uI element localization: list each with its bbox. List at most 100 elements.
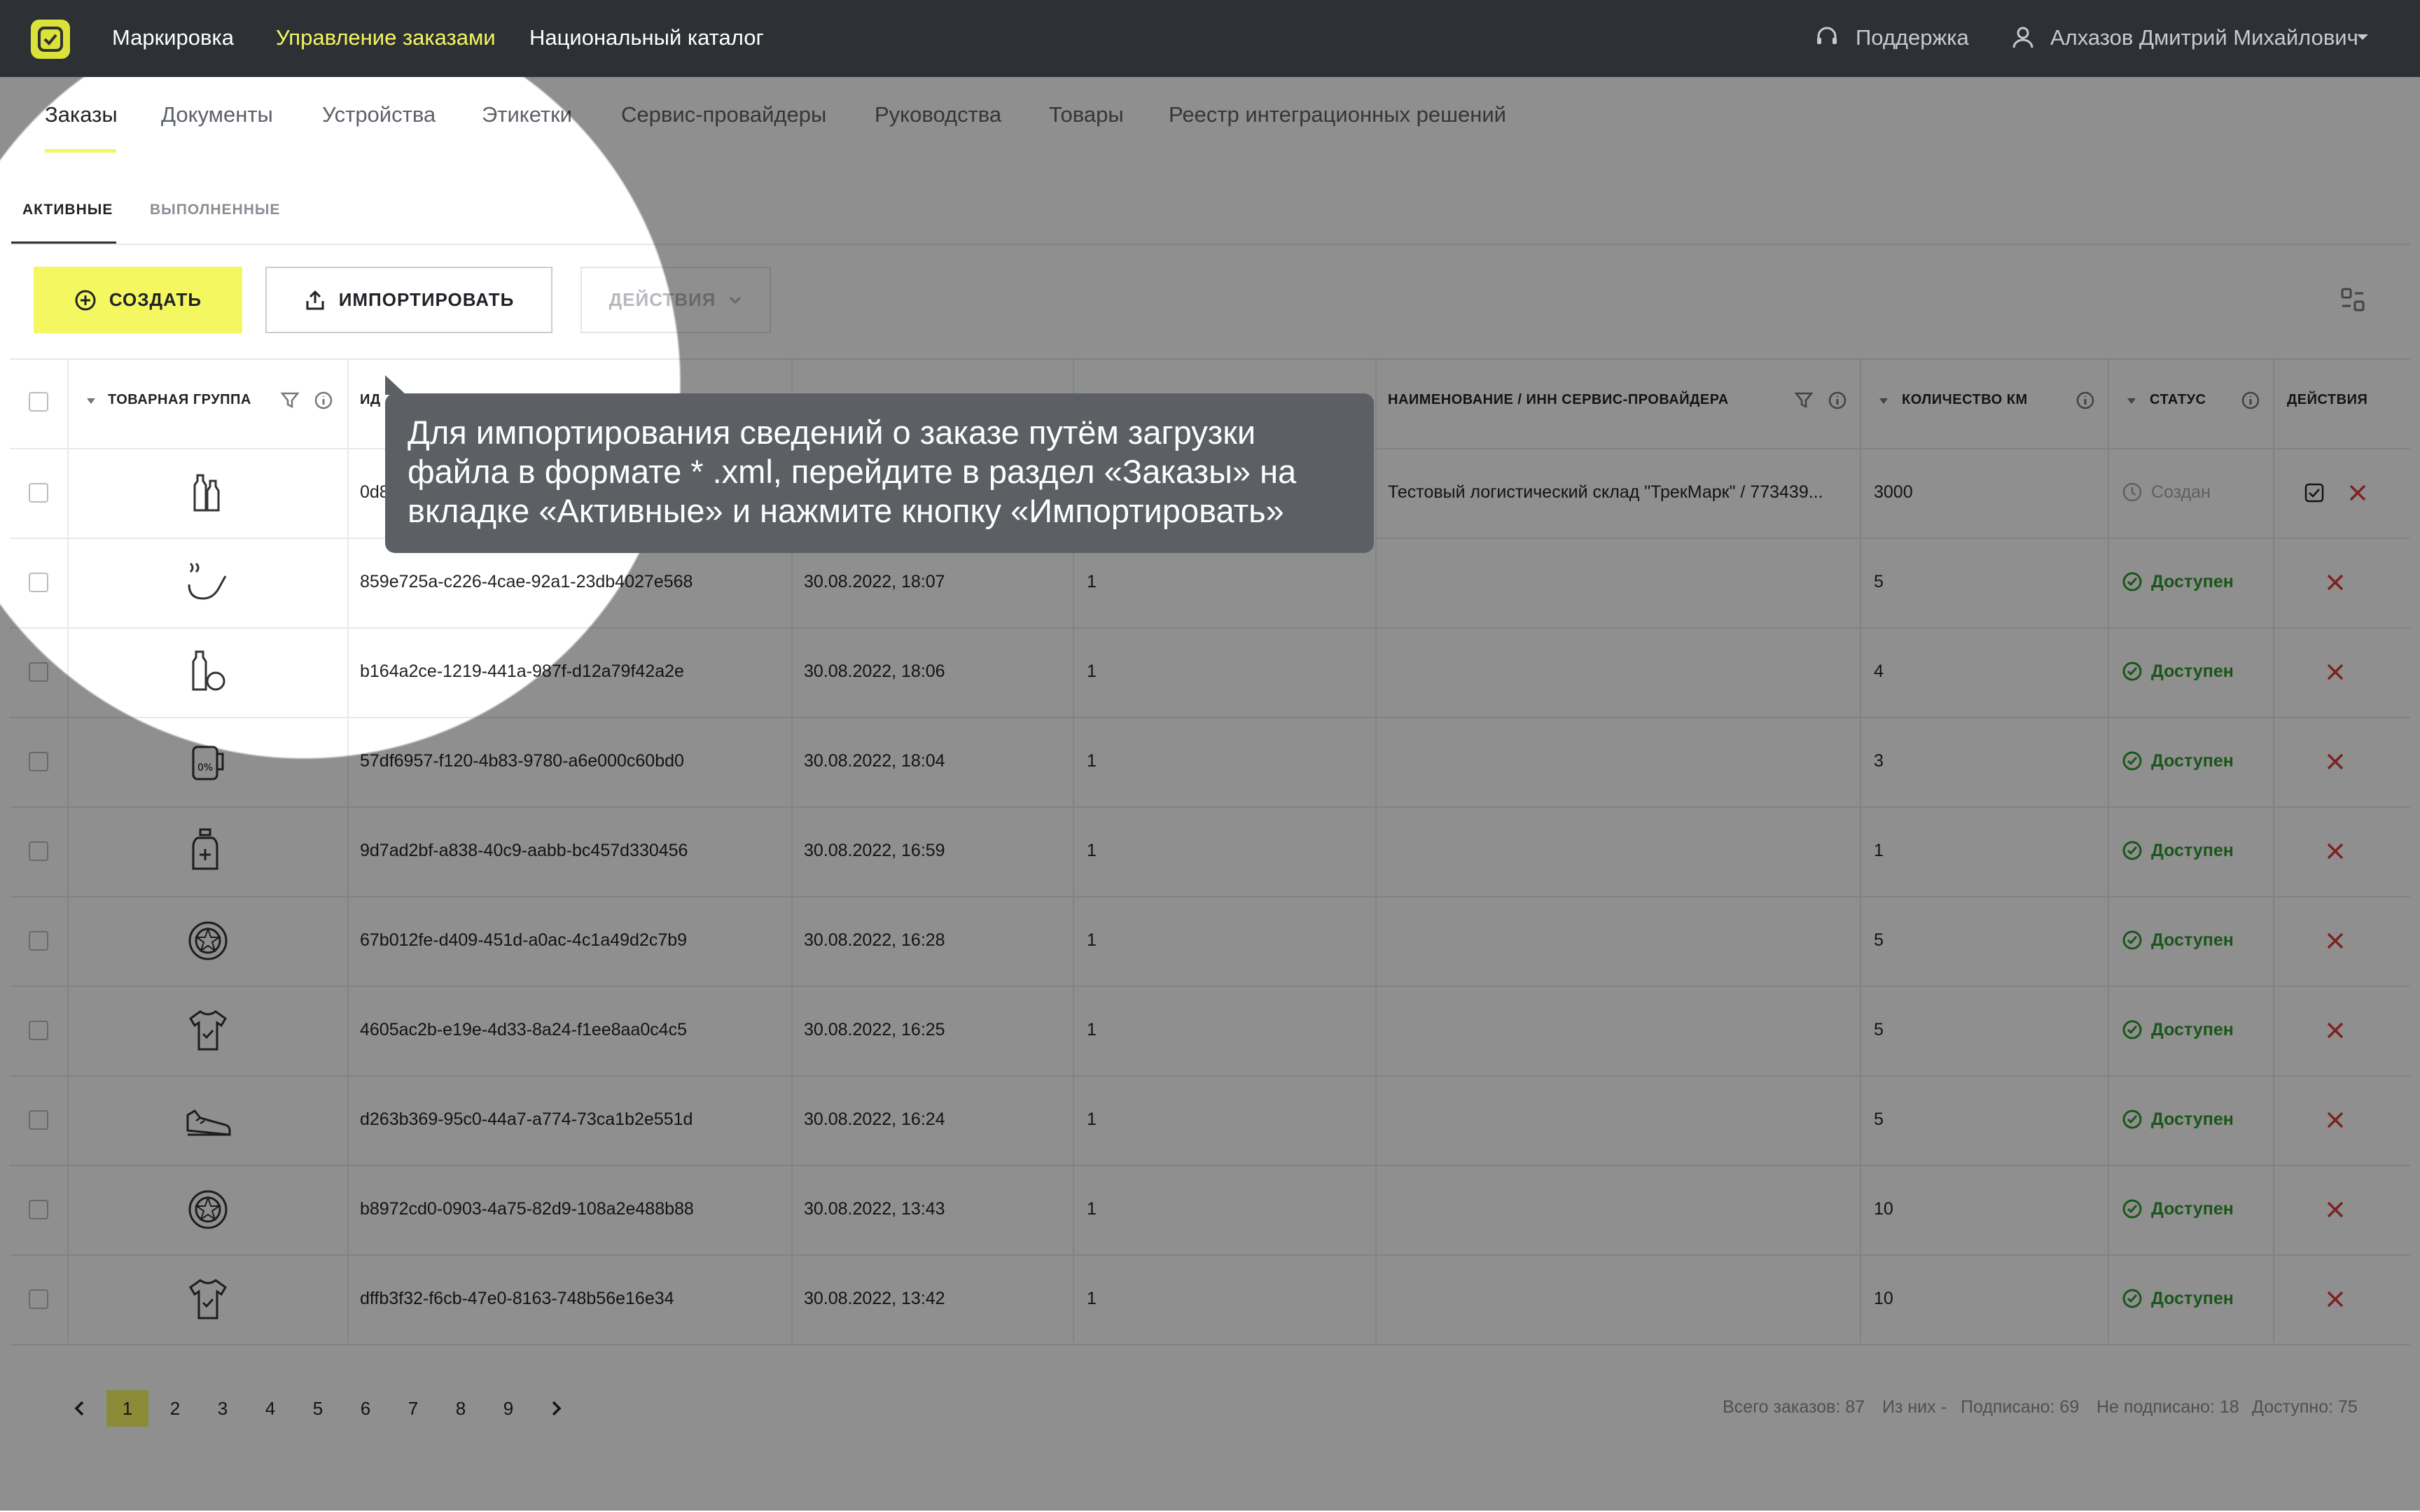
import-button[interactable]: ИМПОРТИРОВАТЬ xyxy=(265,267,552,333)
status-badge: Доступен xyxy=(2122,661,2234,682)
sort-icon[interactable] xyxy=(1878,396,1889,409)
close-icon[interactable] xyxy=(2325,841,2346,862)
tab-manuals[interactable]: Руководства xyxy=(875,102,1001,127)
header-product-group[interactable]: ТОВАРНАЯ ГРУППА xyxy=(108,392,251,408)
row-checkbox[interactable] xyxy=(29,483,48,503)
page-button[interactable]: 6 xyxy=(345,1390,387,1427)
row-checkbox[interactable] xyxy=(29,1021,48,1040)
header-status[interactable]: СТАТУС xyxy=(2150,392,2206,408)
order-id[interactable]: dffb3f32-f6cb-47e0-8163-748b56e16e34 xyxy=(360,1289,674,1309)
sort-icon[interactable] xyxy=(2126,396,2137,409)
order-id[interactable]: b164a2ce-1219-441a-987f-d12a79f42a2e xyxy=(360,662,684,682)
info-icon[interactable] xyxy=(1828,391,1847,414)
pipe-icon xyxy=(188,562,227,600)
order-date: 30.08.2022, 16:25 xyxy=(804,1020,945,1040)
header-id[interactable]: ИД xyxy=(360,392,381,408)
header-actions: ДЕЙСТВИЯ xyxy=(2287,392,2368,407)
page-button[interactable]: 4 xyxy=(249,1390,291,1427)
page-button[interactable]: 7 xyxy=(392,1390,434,1427)
user-menu[interactable]: Алхазов Дмитрий Михайлович xyxy=(2050,25,2358,50)
tab-documents[interactable]: Документы xyxy=(161,102,273,127)
row-checkbox[interactable] xyxy=(29,1289,48,1309)
tab-orders[interactable]: Заказы xyxy=(45,102,118,127)
tire-icon xyxy=(188,1190,228,1229)
tab-goods[interactable]: Товары xyxy=(1049,102,1124,127)
tab-labels[interactable]: Этикетки xyxy=(482,102,572,127)
status-badge: Доступен xyxy=(2122,930,2234,951)
clock-icon xyxy=(2122,482,2142,502)
order-id[interactable]: 67b012fe-d409-451d-a0ac-4c1a49d2c7b9 xyxy=(360,930,687,951)
row-checkbox[interactable] xyxy=(29,931,48,951)
order-id[interactable]: d263b369-95c0-44a7-a774-73ca1b2e551d xyxy=(360,1110,693,1130)
header-provider[interactable]: НАИМЕНОВАНИЕ / ИНН СЕРВИС-ПРОВАЙДЕРА xyxy=(1388,392,1729,408)
actions-dropdown[interactable]: ДЕЙСТВИЯ xyxy=(580,267,771,333)
order-id[interactable]: 859e725a-c226-4cae-92a1-23db4027e568 xyxy=(360,572,693,592)
order-id[interactable]: 57df6957-f120-4b83-9780-a6e000c60bd0 xyxy=(360,751,684,771)
order-date: 30.08.2022, 18:07 xyxy=(804,572,945,592)
row-checkbox[interactable] xyxy=(29,662,48,682)
check-circle-icon xyxy=(2122,1020,2142,1040)
page-button[interactable]: 8 xyxy=(440,1390,482,1427)
info-icon[interactable] xyxy=(314,391,333,414)
info-icon[interactable] xyxy=(2241,391,2260,414)
sign-icon[interactable] xyxy=(2304,482,2325,503)
support-link[interactable]: Поддержка xyxy=(1856,25,1969,50)
close-icon[interactable] xyxy=(2325,1199,2346,1220)
check-circle-icon xyxy=(2122,572,2142,592)
chevron-down-icon[interactable] xyxy=(2356,32,2370,46)
tab-devices[interactable]: Устройства xyxy=(322,102,436,127)
row-divider xyxy=(10,806,2410,808)
page-button[interactable]: 5 xyxy=(297,1390,339,1427)
page-button[interactable]: 2 xyxy=(154,1390,196,1427)
close-icon[interactable] xyxy=(2325,930,2346,951)
close-icon[interactable] xyxy=(2325,1110,2346,1130)
filter-icon[interactable] xyxy=(1794,391,1814,414)
order-id[interactable]: b8972cd0-0903-4a75-82d9-108a2e488b88 xyxy=(360,1199,694,1219)
row-checkbox[interactable] xyxy=(29,573,48,592)
order-count: 1 xyxy=(1087,662,1097,681)
column-settings-icon[interactable] xyxy=(2340,287,2365,312)
close-icon[interactable] xyxy=(2325,662,2346,682)
page-button[interactable]: 1 xyxy=(106,1390,148,1427)
create-button[interactable]: СОЗДАТЬ xyxy=(34,267,242,333)
select-all-checkbox[interactable] xyxy=(29,392,48,412)
chevron-left-icon[interactable] xyxy=(70,1399,90,1418)
order-date: 30.08.2022, 18:04 xyxy=(804,751,945,771)
row-checkbox[interactable] xyxy=(29,841,48,861)
row-checkbox[interactable] xyxy=(29,1110,48,1130)
close-icon[interactable] xyxy=(2325,1020,2346,1041)
topnav-national-catalog[interactable]: Национальный каталог xyxy=(529,25,764,50)
subtab-active[interactable]: АКТИВНЫЕ xyxy=(22,202,113,218)
close-icon[interactable] xyxy=(2325,751,2346,772)
subtab-completed[interactable]: ВЫПОЛНЕННЫЕ xyxy=(150,202,280,218)
close-icon[interactable] xyxy=(2347,482,2368,503)
summary-total: Всего заказов: 87 xyxy=(1723,1397,1865,1417)
order-count: 1 xyxy=(1087,1199,1097,1219)
row-divider xyxy=(10,717,2410,718)
tab-service-providers[interactable]: Сервис-провайдеры xyxy=(621,102,826,127)
page-button[interactable]: 9 xyxy=(487,1390,529,1427)
close-icon[interactable] xyxy=(2325,572,2346,593)
sort-icon[interactable] xyxy=(85,396,97,409)
logo-icon[interactable] xyxy=(31,20,70,59)
status-label: Доступен xyxy=(2151,840,2234,860)
status-label: Доступен xyxy=(2151,1288,2234,1308)
status-label: Создан xyxy=(2151,482,2211,502)
tab-integration-registry[interactable]: Реестр интеграционных решений xyxy=(1169,102,1506,127)
page-button[interactable]: 3 xyxy=(202,1390,244,1427)
km-count: 5 xyxy=(1874,572,1884,592)
row-checkbox[interactable] xyxy=(29,1200,48,1219)
status-badge: Доступен xyxy=(2122,1198,2234,1219)
row-checkbox[interactable] xyxy=(29,752,48,771)
chevron-right-icon[interactable] xyxy=(546,1399,566,1418)
topnav-order-management[interactable]: Управление заказами xyxy=(276,25,496,50)
order-count: 1 xyxy=(1087,751,1097,771)
info-icon[interactable] xyxy=(2075,391,2095,414)
close-icon[interactable] xyxy=(2325,1289,2346,1310)
filter-icon[interactable] xyxy=(280,391,300,414)
header-km-count[interactable]: КОЛИЧЕСТВО КМ xyxy=(1902,392,2028,408)
order-id[interactable]: 9d7ad2bf-a838-40c9-aabb-bc457d330456 xyxy=(360,841,688,861)
order-id[interactable]: 4605ac2b-e19e-4d33-8a24-f1ee8aa0c4c5 xyxy=(360,1020,687,1040)
check-circle-icon xyxy=(2122,1110,2142,1129)
topnav-marking[interactable]: Маркировка xyxy=(112,25,234,50)
